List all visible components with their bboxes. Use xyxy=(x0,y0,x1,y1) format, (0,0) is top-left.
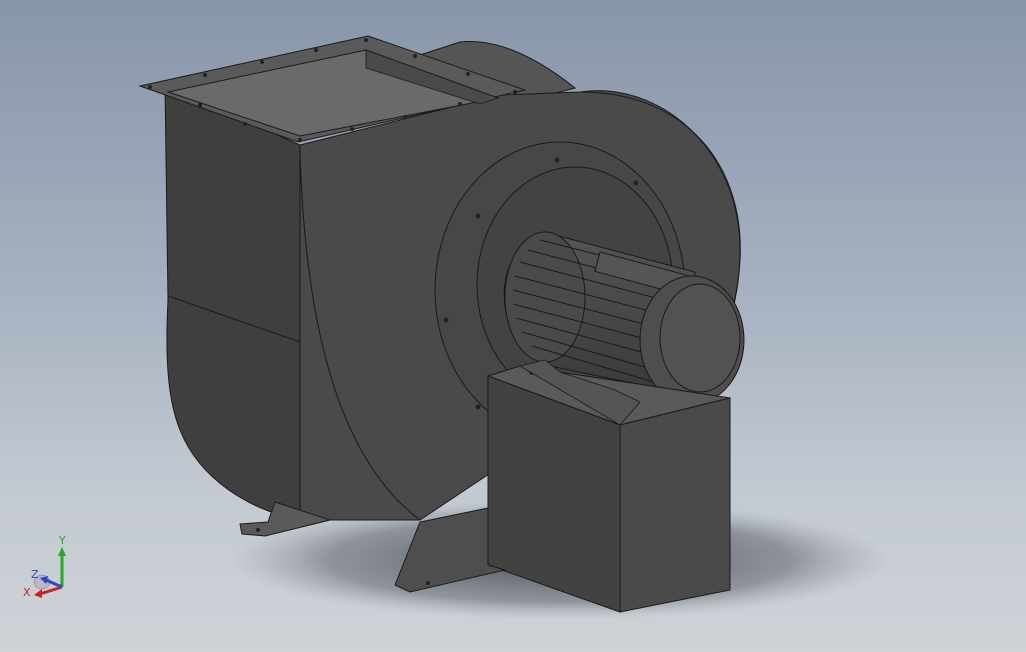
foot-bolt-hole xyxy=(426,581,430,585)
triad-y-label: Y xyxy=(58,534,66,547)
coordinate-triad: Y X Z xyxy=(23,534,66,599)
foot-bolt-hole xyxy=(256,528,260,532)
fan-model[interactable] xyxy=(0,0,1026,652)
triad-z-label: Z xyxy=(31,568,39,581)
motor-back-end xyxy=(504,231,586,363)
graphics-viewport[interactable]: Y X Z xyxy=(0,0,1026,652)
triad-x-label: X xyxy=(23,586,31,599)
triad-x-arrow xyxy=(34,589,42,598)
motor-base-front xyxy=(619,397,731,613)
triad-y-arrow xyxy=(58,547,66,556)
motor-fan-cover-inner xyxy=(659,283,741,393)
